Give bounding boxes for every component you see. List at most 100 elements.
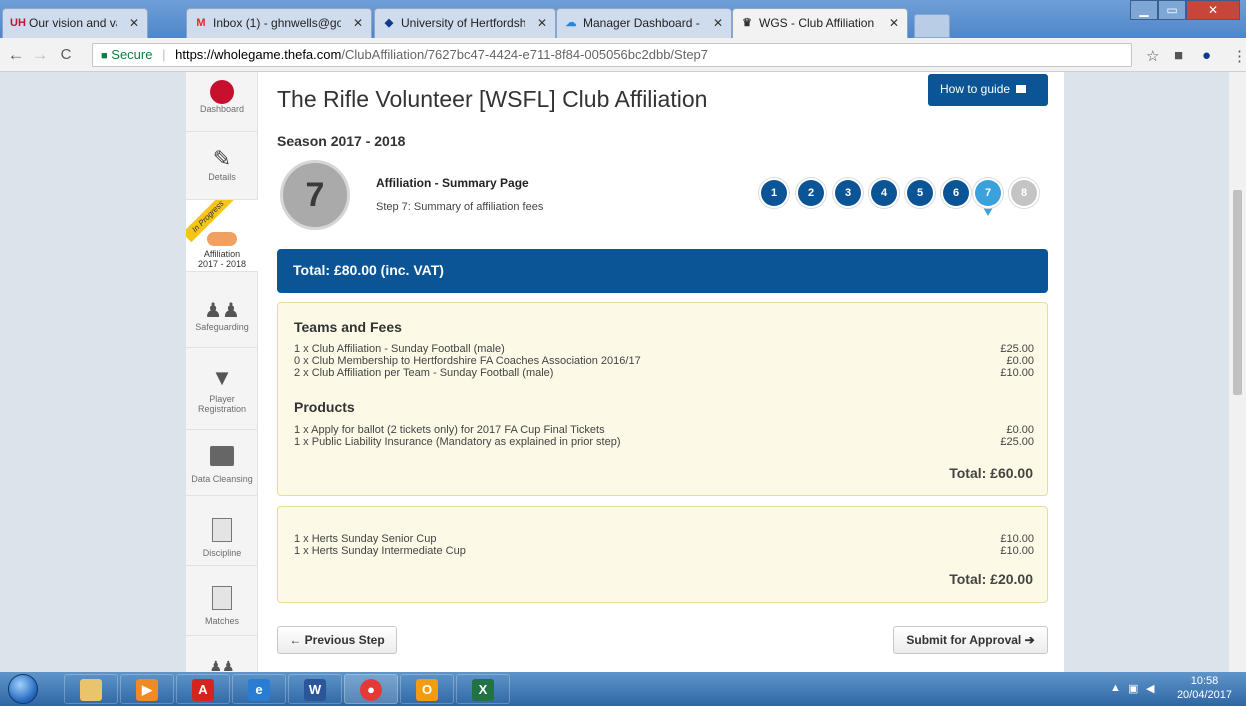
shirt-icon: ▼: [211, 365, 233, 390]
document-icon: [212, 518, 232, 542]
start-button[interactable]: [8, 674, 38, 704]
sidebar-item-data-cleansing[interactable]: Data Cleansing: [186, 430, 258, 496]
tab-label: Our vision and values | U: [29, 16, 117, 30]
sidebar-item-label: Matches: [204, 616, 239, 626]
scrollbar-thumb[interactable]: [1233, 190, 1242, 395]
outlook-icon: O: [416, 679, 438, 701]
taskbar-word[interactable]: W: [288, 674, 342, 704]
system-clock[interactable]: 10:58 20/04/2017: [1177, 674, 1232, 702]
products-heading: Products: [294, 399, 355, 415]
sidebar-item-label: Player Registration: [197, 394, 247, 414]
extension-icon[interactable]: ■: [1174, 47, 1183, 64]
extension-o-icon[interactable]: ●: [1202, 47, 1211, 64]
windows-taskbar: ▶ A e W ● O X ▲ ▣ ◀ 10:58 20/04/2017: [0, 672, 1246, 706]
minimize-icon[interactable]: ▁: [1130, 0, 1158, 20]
browser-tab-strip: UH Our vision and values | U ✕ M Inbox (…: [0, 0, 1246, 38]
cup-amount: £10.00: [1000, 533, 1034, 545]
fee-label: 1 x Club Affiliation - Sunday Football (…: [294, 343, 505, 355]
how-to-guide-button[interactable]: How to guide: [928, 74, 1048, 106]
sidebar-item-dashboard[interactable]: Dashboard: [186, 72, 258, 132]
acrobat-icon: A: [192, 679, 214, 701]
sidebar-item-matches[interactable]: Matches: [186, 566, 258, 636]
new-tab-button[interactable]: [914, 14, 950, 38]
address-bar[interactable]: ■ Secure | https://wholegame.thefa.com/C…: [92, 43, 1132, 67]
close-window-icon[interactable]: ✕: [1186, 0, 1240, 20]
sidebar-item-safeguarding[interactable]: ♟♟ Safeguarding: [186, 272, 258, 348]
cup-amount: £10.00: [1000, 545, 1034, 557]
step-dot-7[interactable]: 7: [975, 180, 1001, 206]
taskbar-media[interactable]: ▶: [120, 674, 174, 704]
current-step-circle: 7: [280, 160, 350, 230]
step-dot-5[interactable]: 5: [907, 180, 933, 206]
taskbar-chrome[interactable]: ●: [344, 674, 398, 704]
step-dot-3[interactable]: 3: [835, 180, 861, 206]
diamond-icon: ◆: [384, 17, 394, 29]
clock-time: 10:58: [1190, 675, 1219, 687]
page-scrollbar[interactable]: [1229, 72, 1246, 672]
sidebar-item-label: Data Cleansing: [191, 474, 253, 484]
forward-icon[interactable]: →: [30, 45, 50, 65]
cups-panel: 1 x Herts Sunday Senior Cup £10.00 1 x H…: [277, 506, 1048, 603]
product-row: 1 x Public Liability Insurance (Mandator…: [294, 437, 1034, 448]
cup-label: 1 x Herts Sunday Intermediate Cup: [294, 545, 466, 557]
folder-icon: [80, 679, 102, 701]
submit-for-approval-button[interactable]: Submit for Approval ➔: [893, 626, 1048, 654]
close-tab-icon[interactable]: ✕: [537, 9, 547, 37]
taskbar-outlook[interactable]: O: [400, 674, 454, 704]
close-tab-icon[interactable]: ✕: [353, 9, 363, 37]
gmail-icon: M: [196, 17, 206, 29]
main-content: The Rifle Volunteer [WSFL] Club Affiliat…: [277, 72, 1048, 672]
reload-icon[interactable]: C: [56, 46, 76, 63]
step-dot-2[interactable]: 2: [798, 180, 824, 206]
fee-row: 0 x Club Membership to Hertfordshire FA …: [294, 356, 1034, 367]
browser-tab[interactable]: UH Our vision and values | U ✕: [2, 8, 148, 38]
fees-panel-total: Total: £60.00: [949, 465, 1033, 481]
handshake-icon: [207, 232, 237, 246]
browser-tab-active[interactable]: ♛ WGS - Club Affiliation - S ✕: [732, 8, 908, 38]
taskbar-explorer[interactable]: [64, 674, 118, 704]
previous-step-button[interactable]: ← Previous Step: [277, 626, 397, 654]
menu-dots-icon[interactable]: ⋮: [1232, 47, 1246, 65]
step-dot-4[interactable]: 4: [871, 180, 897, 206]
total-banner: Total: £80.00 (inc. VAT): [277, 249, 1048, 293]
product-row: 1 x Apply for ballot (2 tickets only) fo…: [294, 425, 1034, 436]
close-tab-icon[interactable]: ✕: [129, 9, 139, 37]
sidebar-item-discipline[interactable]: Discipline: [186, 496, 258, 566]
season-label: Season 2017 - 2018: [277, 133, 406, 149]
sidebar-item-affiliation[interactable]: In Progress Affiliation 2017 - 2018: [186, 200, 258, 272]
fee-amount: £0.00: [1006, 355, 1034, 367]
maximize-icon[interactable]: ▭: [1158, 0, 1186, 20]
close-tab-icon[interactable]: ✕: [713, 9, 723, 37]
browser-tab[interactable]: M Inbox (1) - ghnwells@go ✕: [186, 8, 372, 38]
url-path: /ClubAffiliation/7627bc47-4424-e711-8f84…: [341, 47, 709, 62]
sidebar-item-more[interactable]: ♟♟: [186, 636, 258, 672]
network-icon[interactable]: ▣: [1128, 682, 1138, 695]
sidebar-item-label: Safeguarding: [195, 322, 249, 332]
close-tab-icon[interactable]: ✕: [889, 9, 899, 37]
clock-date: 20/04/2017: [1176, 689, 1232, 701]
taskbar-excel[interactable]: X: [456, 674, 510, 704]
step-dot-1[interactable]: 1: [761, 180, 787, 206]
taskbar-ie[interactable]: e: [232, 674, 286, 704]
bin-icon: [210, 446, 234, 466]
fee-label: 0 x Club Membership to Hertfordshire FA …: [294, 355, 641, 367]
browser-tab[interactable]: ☁ Manager Dashboard - hi ✕: [556, 8, 732, 38]
video-camera-icon: [1016, 85, 1027, 93]
url-host: https://wholegame.thefa.com: [175, 47, 342, 62]
tray-expand-icon[interactable]: ▲: [1110, 682, 1121, 694]
step-dot-6[interactable]: 6: [943, 180, 969, 206]
volume-icon[interactable]: ◀: [1146, 682, 1154, 695]
document-ball-icon: [212, 586, 232, 610]
browser-tab[interactable]: ◆ University of Hertfordshi ✕: [374, 8, 556, 38]
word-icon: W: [304, 679, 326, 701]
web-page: Dashboard ✎ Details In Progress Affiliat…: [0, 72, 1246, 672]
back-icon[interactable]: ←: [6, 45, 26, 65]
divider: |: [162, 47, 166, 62]
product-amount: £25.00: [1000, 436, 1034, 448]
product-label: 1 x Apply for ballot (2 tickets only) fo…: [294, 424, 605, 436]
people-icon: ♟♟: [204, 300, 240, 322]
taskbar-acrobat[interactable]: A: [176, 674, 230, 704]
star-icon[interactable]: ☆: [1146, 47, 1159, 65]
sidebar-item-details[interactable]: ✎ Details: [186, 132, 258, 200]
sidebar-item-player-registration[interactable]: ▼ Player Registration: [186, 348, 258, 430]
